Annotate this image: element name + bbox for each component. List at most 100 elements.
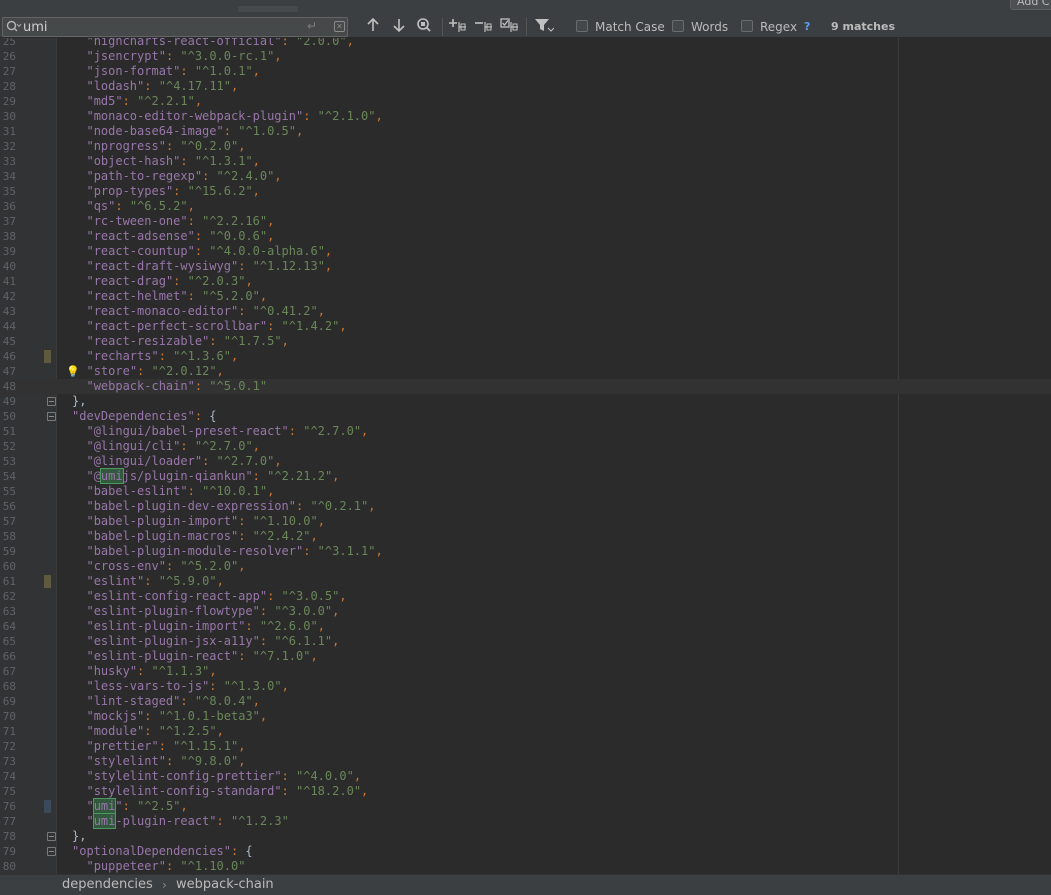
search-field[interactable]: ↵ ✕ [2, 17, 348, 37]
words-checkbox[interactable] [672, 20, 684, 32]
fold-toggle-icon[interactable] [47, 847, 56, 856]
quote: " [317, 544, 325, 558]
fold-toggle-icon[interactable] [47, 412, 56, 421]
code-line[interactable]: 44 "react-perfect-scrollbar": "^1.4.2", [0, 319, 1051, 334]
code-line[interactable]: 41 "react-drag": "^2.0.3", [0, 274, 1051, 289]
code-line[interactable]: 29 "md5": "^2.2.1", [0, 94, 1051, 109]
change-marker[interactable] [44, 800, 51, 813]
code-line[interactable]: 27 "json-format": "^1.0.1", [0, 64, 1051, 79]
match-case-checkbox[interactable] [576, 20, 588, 32]
code-line[interactable]: 58 "babel-plugin-macros": "^2.4.2", [0, 529, 1051, 544]
code-line[interactable]: 33 "object-hash": "^1.3.1", [0, 154, 1051, 169]
code-line[interactable]: 54 "@umijs/plugin-qiankun": "^2.21.2", [0, 468, 1051, 484]
search-input[interactable] [23, 18, 303, 36]
line-number: 41 [2, 275, 16, 288]
words-label[interactable]: Words [691, 20, 728, 34]
search-history-icon[interactable] [6, 20, 22, 34]
find-all-icon[interactable] [414, 17, 436, 37]
code-line[interactable]: 32 "nprogress": "^0.2.0", [0, 139, 1051, 154]
colon: : [194, 409, 210, 423]
comma: , [238, 739, 246, 753]
code-line[interactable]: 38 "react-adsense": "^0.0.6", [0, 229, 1051, 244]
code-line[interactable]: 57 "babel-plugin-import": "^1.10.0", [0, 514, 1051, 529]
code-line[interactable]: 26 "jsencrypt": "^3.0.0-rc.1", [0, 49, 1051, 64]
code-line[interactable]: 76 "umi": "^2.5", [0, 798, 1051, 814]
code-line[interactable]: 34 "path-to-regexp": "^2.4.0", [0, 169, 1051, 184]
regex-label[interactable]: Regex [760, 20, 797, 34]
next-occurrence-icon[interactable] [388, 17, 410, 37]
match-case-label[interactable]: Match Case [595, 20, 665, 34]
code-line[interactable]: 72 "prettier": "^1.15.1", [0, 739, 1051, 754]
remove-selection-icon[interactable] [473, 17, 495, 37]
code-line[interactable]: 31 "node-base64-image": "^1.0.5", [0, 124, 1051, 139]
breadcrumb-item-dependencies[interactable]: dependencies [62, 875, 153, 895]
code-line[interactable]: 63 "eslint-plugin-flowtype": "^3.0.0", [0, 604, 1051, 619]
code-line[interactable]: 73 "stylelint": "^9.8.0", [0, 754, 1051, 769]
code-line[interactable]: 42 "react-helmet": "^5.2.0", [0, 289, 1051, 304]
code-line[interactable]: 59 "babel-plugin-module-resolver": "^3.1… [0, 544, 1051, 559]
clear-search-icon[interactable]: ✕ [334, 21, 345, 32]
code-line[interactable]: 65 "eslint-plugin-jsx-a11y": "^6.1.1", [0, 634, 1051, 649]
code-line[interactable]: 55 "babel-eslint": "^10.0.1", [0, 484, 1051, 499]
line-number: 62 [2, 590, 16, 603]
change-marker[interactable] [44, 350, 51, 363]
code-line[interactable]: 45 "react-resizable": "^1.7.5", [0, 334, 1051, 349]
fold-toggle-icon[interactable] [47, 832, 56, 841]
code-line[interactable]: 67 "husky": "^1.1.3", [0, 664, 1051, 679]
code-line[interactable]: 78}, [0, 829, 1051, 844]
change-marker[interactable] [44, 575, 51, 588]
add-selection-icon[interactable] [447, 17, 469, 37]
code-line[interactable]: 56 "babel-plugin-dev-expression": "^0.2.… [0, 499, 1051, 514]
code-line[interactable]: 77 "umi-plugin-react": "^1.2.3" [0, 813, 1051, 829]
code-line[interactable]: 61 "eslint": "^5.9.0", [0, 574, 1051, 589]
json-value: ^1.2.3 [238, 814, 282, 828]
code-editor[interactable]: 25 "highcharts-react-official": "2.0.0",… [0, 38, 1051, 874]
select-all-occurrences-icon[interactable] [499, 17, 521, 37]
code-line[interactable]: 28 "lodash": "^4.17.11", [0, 79, 1051, 94]
code-line[interactable]: 52 "@lingui/cli": "^2.7.0", [0, 439, 1051, 454]
code-line[interactable]: 48 "webpack-chain": "^5.0.1" [0, 379, 1051, 394]
colon: : [209, 334, 224, 348]
code-line[interactable]: 51 "@lingui/babel-preset-react": "^2.7.0… [0, 424, 1051, 439]
code-line[interactable]: 70 "mockjs": "^1.0.1-beta3", [0, 709, 1051, 724]
breadcrumb-item-webpack-chain[interactable]: webpack-chain [176, 875, 274, 895]
code-line[interactable]: 68 "less-vars-to-js": "^1.3.0", [0, 679, 1051, 694]
new-line-icon[interactable]: ↵ [307, 19, 317, 33]
add-configuration-button[interactable]: Add C [1010, 0, 1051, 10]
code-line[interactable]: 36 "qs": "^6.5.2", [0, 199, 1051, 214]
code-line[interactable]: 69 "lint-staged": "^8.0.4", [0, 694, 1051, 709]
regex-checkbox[interactable] [741, 20, 753, 32]
fold-toggle-icon[interactable] [47, 397, 56, 406]
code-line[interactable]: 60 "cross-env": "^5.2.0", [0, 559, 1051, 574]
code-line[interactable]: 66 "eslint-plugin-react": "^7.1.0", [0, 649, 1051, 664]
colon: : [180, 694, 195, 708]
colon: : [252, 469, 268, 483]
regex-help-link[interactable]: ? [804, 20, 810, 33]
code-line[interactable]: 79 "optionalDependencies": { [0, 844, 1051, 859]
code-line[interactable]: 50 "devDependencies": { [0, 409, 1051, 424]
code-line[interactable]: 62 "eslint-config-react-app": "^3.0.5", [0, 589, 1051, 604]
code-line[interactable]: 80 "puppeteer": "^1.10.0" [0, 859, 1051, 874]
code-text: "less-vars-to-js": "^1.3.0", [72, 679, 288, 694]
code-line[interactable]: 71 "module": "^1.2.5", [0, 724, 1051, 739]
code-line[interactable]: 35 "prop-types": "^15.6.2", [0, 184, 1051, 199]
code-line[interactable]: 74 "stylelint-config-prettier": "^4.0.0"… [0, 769, 1051, 784]
code-line[interactable]: 43 "react-monaco-editor": "^0.41.2", [0, 304, 1051, 319]
code-line[interactable]: 25 "highcharts-react-official": "2.0.0", [0, 38, 1051, 49]
code-line[interactable]: 53 "@lingui/loader": "^2.7.0", [0, 454, 1051, 469]
code-line[interactable]: 49}, [0, 394, 1051, 409]
code-line[interactable]: 75 "stylelint-config-standard": "^18.2.0… [0, 784, 1051, 799]
code-text: "prop-types": "^15.6.2", [72, 184, 259, 199]
previous-occurrence-icon[interactable] [362, 17, 384, 37]
code-line[interactable]: 39 "react-countup": "^4.0.0-alpha.6", [0, 244, 1051, 259]
code-line[interactable]: 46 "recharts": "^1.3.6", [0, 349, 1051, 364]
code-line[interactable]: 30 "monaco-editor-webpack-plugin": "^2.1… [0, 109, 1051, 124]
code-line[interactable]: 40 "react-draft-wysiwyg": "^1.12.13", [0, 259, 1051, 274]
colon: : [230, 844, 246, 858]
code-line[interactable]: 37 "rc-tween-one": "^2.2.16", [0, 214, 1051, 229]
filter-icon[interactable] [533, 17, 555, 37]
code-line[interactable]: 64 "eslint-plugin-import": "^2.6.0", [0, 619, 1051, 634]
code-line[interactable]: 47 💡 "store": "^2.0.12", [0, 364, 1051, 379]
